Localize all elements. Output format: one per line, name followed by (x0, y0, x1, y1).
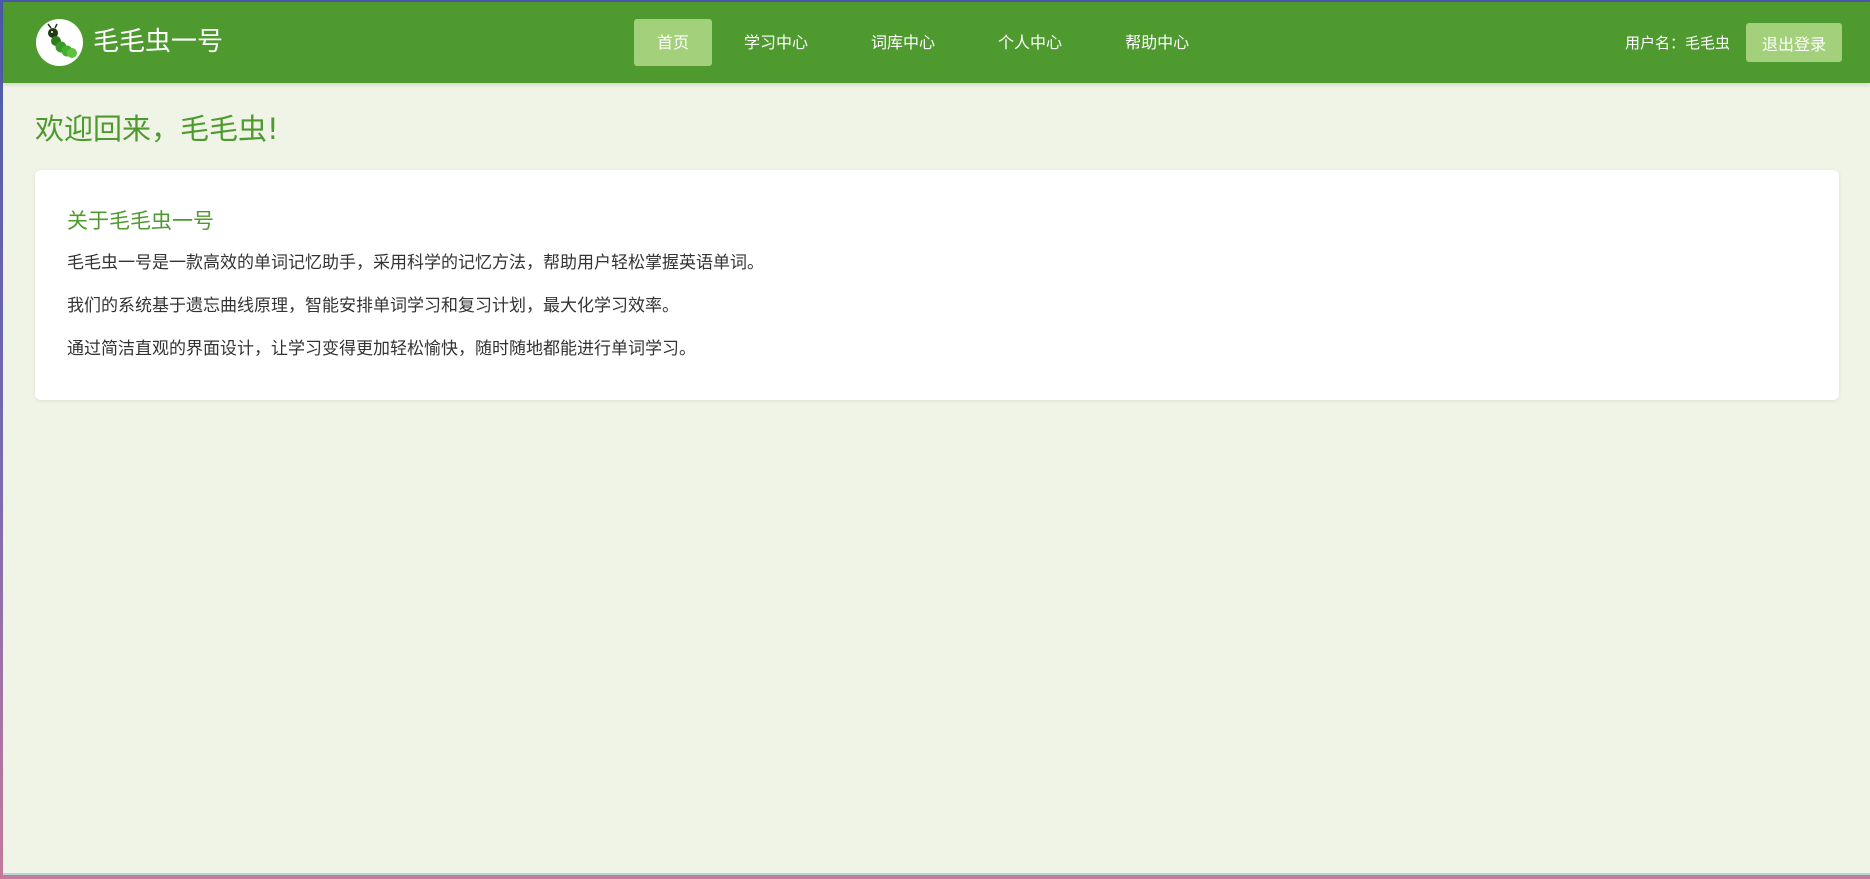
caterpillar-icon[interactable] (36, 19, 83, 66)
username-label: 用户名：毛毛虫 (1624, 34, 1730, 52)
nav-study-center[interactable]: 学习中心 (721, 19, 831, 66)
about-title: 关于毛毛虫一号 (67, 209, 214, 233)
brand-title[interactable]: 毛毛虫一号 (93, 25, 223, 59)
about-paragraph: 我们的系统基于遗忘曲线原理，智能安排单词学习和复习计划，最大化学习效率。 (67, 296, 679, 316)
about-card: 关于毛毛虫一号 毛毛虫一号是一款高效的单词记忆助手，采用科学的记忆方法，帮助用户… (35, 170, 1839, 400)
page: 毛毛虫一号 首页 学习中心 词库中心 个人中心 帮助中心 用户名：毛毛虫 退出登… (3, 2, 1870, 875)
about-paragraph: 通过简洁直观的界面设计，让学习变得更加轻松愉快，随时随地都能进行单词学习。 (67, 339, 696, 359)
top-navbar: 毛毛虫一号 首页 学习中心 词库中心 个人中心 帮助中心 用户名：毛毛虫 退出登… (3, 2, 1870, 83)
nav-wordbank-center[interactable]: 词库中心 (848, 19, 958, 66)
nav-home[interactable]: 首页 (634, 19, 713, 66)
main-nav: 首页 学习中心 词库中心 个人中心 帮助中心 (634, 19, 1229, 66)
window-frame: 毛毛虫一号 首页 学习中心 词库中心 个人中心 帮助中心 用户名：毛毛虫 退出登… (0, 0, 1870, 879)
welcome-heading: 欢迎回来，毛毛虫! (35, 112, 279, 146)
nav-personal-center[interactable]: 个人中心 (975, 19, 1085, 66)
logout-button[interactable]: 退出登录 (1746, 23, 1842, 62)
about-paragraph: 毛毛虫一号是一款高效的单词记忆助手，采用科学的记忆方法，帮助用户轻松掌握英语单词… (67, 253, 764, 273)
nav-help-center[interactable]: 帮助中心 (1102, 19, 1212, 66)
